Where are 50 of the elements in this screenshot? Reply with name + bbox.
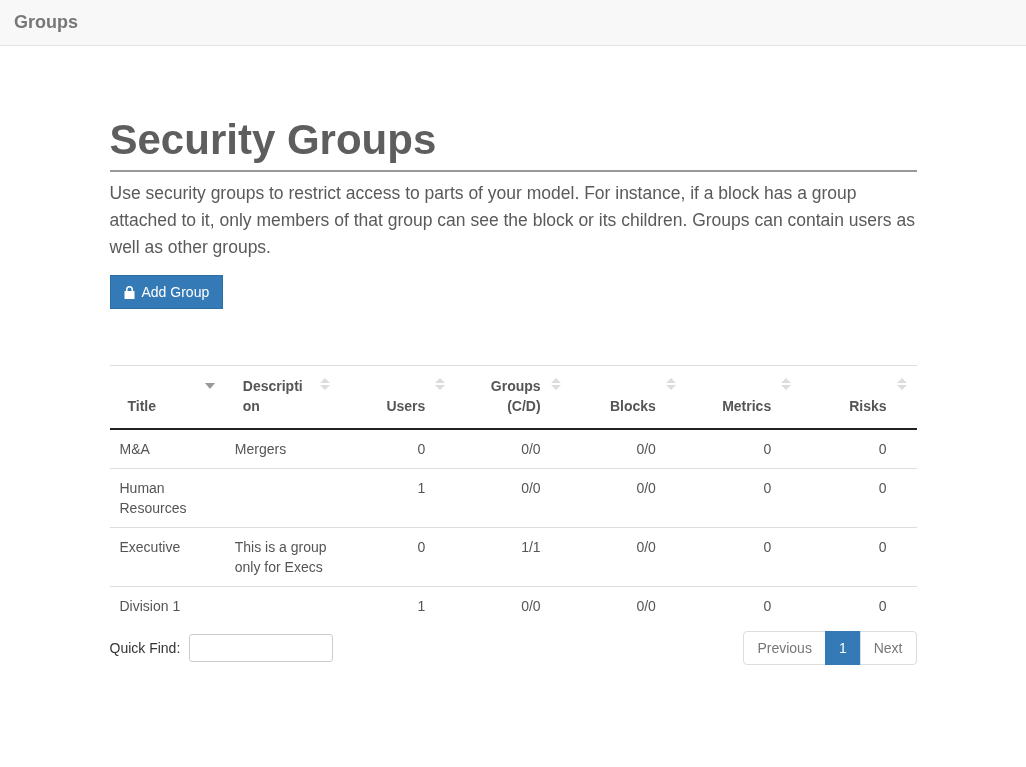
lock-icon — [123, 285, 135, 299]
sort-icon[interactable] — [320, 378, 331, 390]
intro-paragraph: Use security groups to restrict access to parts of your model. For instance, if a block has a group attached to it, only members of that group can see the block or its children. Groups can contain users as well as other groups. — [109, 182, 916, 259]
page-title: Security Groups — [109, 116, 917, 172]
table-cell: 1/1 — [455, 527, 571, 587]
sort-icon[interactable] — [435, 378, 446, 390]
table-cell: 0 — [685, 527, 802, 587]
sort-icon[interactable] — [896, 378, 907, 390]
table-cell: This is a group only for Execs — [224, 527, 341, 587]
table-cell: 0/0 — [455, 586, 571, 625]
table-cell: 0/0 — [570, 468, 686, 528]
column-header[interactable]: Blocks — [570, 365, 686, 429]
column-header[interactable]: Metrics — [685, 365, 802, 429]
table-cell: 1 — [340, 586, 456, 625]
navbar-title: Groups — [14, 12, 78, 33]
quick-find-field[interactable] — [189, 634, 334, 662]
pagination-button[interactable]: 1 — [824, 631, 861, 665]
table-cell: 0 — [801, 527, 917, 587]
table-cell: 1 — [340, 468, 456, 528]
table-cell: 0/0 — [570, 586, 686, 625]
table-cell: 0 — [685, 429, 802, 469]
table-cell: 0 — [801, 429, 917, 469]
column-header[interactable]: Users — [340, 365, 456, 429]
sort-descending-icon[interactable] — [204, 383, 215, 389]
column-header[interactable]: Risks — [801, 365, 917, 429]
table-cell: 0/0 — [570, 429, 686, 469]
table-cell: Executive — [109, 527, 225, 587]
table-cell: 0 — [340, 429, 456, 469]
column-header[interactable]: Groups (C/D) — [455, 365, 571, 429]
pagination-button[interactable]: Next — [859, 631, 917, 665]
add-group-button[interactable]: Add Group — [109, 275, 224, 309]
sort-icon[interactable] — [550, 378, 561, 390]
sort-icon[interactable] — [781, 378, 792, 390]
table-cell: 0 — [801, 586, 917, 625]
table-cell: 0 — [801, 468, 917, 528]
table-cell: 0/0 — [455, 429, 571, 469]
quick-find-label: Quick Find: — [109, 640, 181, 656]
table-cell: 0 — [685, 586, 802, 625]
table-cell: 0 — [340, 527, 456, 587]
table-cell: 0/0 — [455, 468, 571, 528]
pagination-button[interactable]: Previous — [743, 631, 826, 665]
column-header[interactable]: Title — [109, 365, 225, 429]
table-cell: Human Resources — [109, 468, 225, 528]
table-cell: M&A — [109, 429, 225, 469]
table-cell: 0/0 — [570, 527, 686, 587]
table-cell: 0 — [685, 468, 802, 528]
sort-icon[interactable] — [665, 378, 676, 390]
column-header[interactable]: Description — [224, 365, 341, 429]
table-cell: Division 1 — [109, 586, 225, 625]
table-cell: Mergers — [224, 429, 341, 469]
